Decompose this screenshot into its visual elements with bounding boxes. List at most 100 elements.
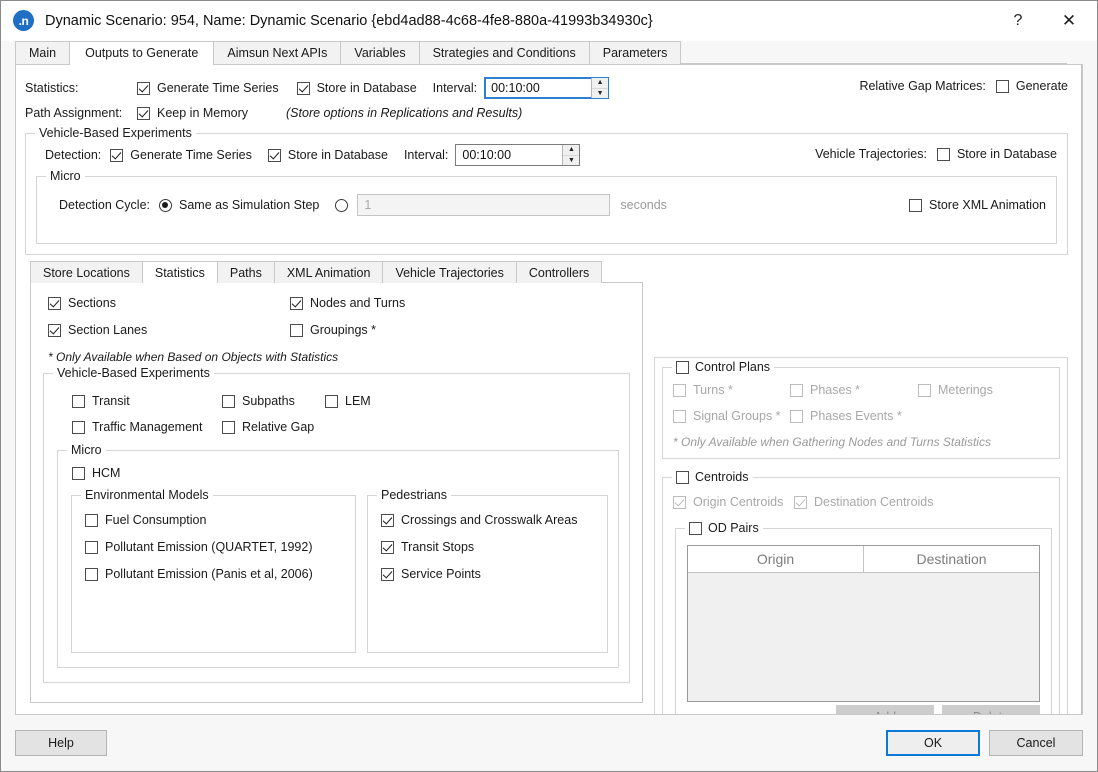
dialog-footer: Help OK Cancel — [1, 715, 1097, 771]
tab-variables[interactable]: Variables — [340, 41, 420, 64]
checkbox-label: Transit Stops — [401, 540, 475, 554]
od-pairs-table[interactable]: Origin Destination — [687, 545, 1040, 702]
detection-generate-time-series-checkbox[interactable]: Generate Time Series — [110, 148, 252, 162]
control-plans-checkbox[interactable] — [676, 360, 689, 374]
checkbox-box — [673, 495, 686, 509]
checkbox-box — [909, 198, 923, 212]
transit-checkbox[interactable]: Transit — [72, 394, 130, 408]
fuel-consumption-checkbox[interactable]: Fuel Consumption — [85, 513, 206, 527]
subtab-vehicle-trajectories[interactable]: Vehicle Trajectories — [382, 261, 517, 283]
destination-centroids-checkbox[interactable]: Destination Centroids — [794, 495, 934, 509]
cancel-button[interactable]: Cancel — [989, 730, 1083, 756]
close-icon[interactable]: ✕ — [1041, 1, 1097, 41]
spinner-up-icon[interactable]: ▲ — [563, 145, 580, 156]
sections-checkbox[interactable]: Sections — [48, 296, 116, 310]
lem-checkbox[interactable]: LEM — [325, 394, 371, 408]
detection-cycle-same-as-sim-step-radio[interactable]: Same as Simulation Step — [159, 198, 319, 212]
delete-button[interactable]: Delete — [942, 705, 1040, 714]
phases-checkbox[interactable]: Phases * — [790, 383, 860, 397]
centroids-checkbox[interactable] — [676, 470, 689, 484]
checkbox-label: Store XML Animation — [929, 198, 1046, 212]
checkbox-label: Keep in Memory — [157, 106, 249, 120]
checkbox-label: Nodes and Turns — [310, 296, 406, 310]
subtab-statistics[interactable]: Statistics — [141, 261, 218, 284]
ok-button[interactable]: OK — [886, 730, 980, 756]
spinner-up-icon[interactable]: ▲ — [592, 78, 609, 89]
vehicle-trajectories-store-in-database-checkbox[interactable]: Store in Database — [936, 147, 1057, 161]
spinner-down-icon[interactable]: ▼ — [563, 156, 579, 166]
section-lanes-checkbox[interactable]: Section Lanes — [48, 323, 147, 337]
detection-interval-input[interactable]: 00:10:00 ▲ ▼ — [455, 144, 581, 166]
relative-gap-matrices-row: Relative Gap Matrices: Generate — [859, 79, 1068, 93]
keep-in-memory-checkbox[interactable]: Keep in Memory — [137, 106, 248, 120]
pedestrians-group: Pedestrians Crossings and Crosswalk Area… — [367, 488, 608, 653]
help-button[interactable]: Help — [15, 730, 107, 756]
checkbox-label: Meterings — [938, 383, 993, 397]
detection-cycle-seconds-input[interactable]: 1 — [357, 194, 611, 216]
group-title: Micro — [67, 443, 106, 457]
relative-gap-checkbox[interactable]: Relative Gap — [222, 420, 314, 434]
tab-aimsun-next-apis[interactable]: Aimsun Next APIs — [213, 41, 342, 64]
meterings-checkbox[interactable]: Meterings — [918, 383, 993, 397]
spinner-down-icon[interactable]: ▼ — [592, 89, 608, 99]
subtab-controllers[interactable]: Controllers — [515, 261, 603, 283]
group-title-label: Vehicle-Based Experiments — [57, 366, 210, 380]
vehicle-trajectories-label: Vehicle Trajectories: — [815, 147, 927, 161]
relative-gap-generate-checkbox[interactable]: Generate — [995, 79, 1068, 93]
signal-groups-checkbox[interactable]: Signal Groups * — [673, 409, 781, 423]
column-header-origin[interactable]: Origin — [688, 546, 863, 572]
checkbox-label: Signal Groups * — [693, 409, 781, 423]
group-title: Vehicle-Based Experiments — [35, 126, 196, 140]
nodes-and-turns-checkbox[interactable]: Nodes and Turns — [290, 296, 405, 310]
panel-right-edge — [1081, 65, 1082, 714]
checkbox-label: Phases Events * — [810, 409, 902, 423]
spinner-arrows[interactable]: ▲ ▼ — [591, 78, 609, 99]
pollutant-emission-quartet-checkbox[interactable]: Pollutant Emission (QUARTET, 1992) — [85, 540, 313, 554]
add-button[interactable]: Add — [836, 705, 934, 714]
transit-stops-checkbox[interactable]: Transit Stops — [381, 540, 474, 554]
micro-detection-group: Micro Detection Cycle: Same as Simulatio… — [36, 169, 1057, 244]
detection-cycle-label: Detection Cycle: — [59, 198, 151, 212]
service-points-checkbox[interactable]: Service Points — [381, 567, 481, 581]
tab-strategies-and-conditions[interactable]: Strategies and Conditions — [418, 41, 590, 64]
phases-events-checkbox[interactable]: Phases Events * — [790, 409, 902, 423]
checkbox-box — [48, 323, 61, 337]
checkbox-label: Store in Database — [287, 148, 388, 162]
groupings-checkbox[interactable]: Groupings * — [290, 323, 376, 337]
statistics-store-in-database-checkbox[interactable]: Store in Database — [296, 81, 417, 95]
group-title: Micro — [46, 169, 85, 183]
tab-main[interactable]: Main — [15, 41, 71, 64]
checkbox-box — [48, 296, 61, 310]
turns-checkbox[interactable]: Turns * — [673, 383, 733, 397]
checkbox-box — [290, 323, 303, 337]
statistics-interval-input[interactable]: 00:10:00 ▲ ▼ — [484, 77, 610, 99]
hcm-checkbox[interactable]: HCM — [72, 466, 120, 480]
tab-parameters[interactable]: Parameters — [588, 41, 682, 64]
subtab-store-locations[interactable]: Store Locations — [30, 261, 143, 283]
statistics-micro-group: Micro HCM Environmental Models Fuel Cons… — [57, 443, 619, 668]
store-xml-animation-checkbox[interactable]: Store XML Animation — [909, 198, 1046, 212]
origin-centroids-checkbox[interactable]: Origin Centroids — [673, 495, 783, 509]
checkbox-box — [137, 106, 150, 120]
help-icon[interactable]: ? — [995, 1, 1041, 41]
checkbox-label: Crossings and Crosswalk Areas — [401, 513, 578, 527]
subpaths-checkbox[interactable]: Subpaths — [222, 394, 295, 408]
radio-label: Same as Simulation Step — [179, 198, 320, 212]
crossings-and-crosswalk-areas-checkbox[interactable]: Crossings and Crosswalk Areas — [381, 513, 577, 527]
statistics-generate-time-series-checkbox[interactable]: Generate Time Series — [137, 81, 279, 95]
pollutant-emission-panis-checkbox[interactable]: Pollutant Emission (Panis et al, 2006) — [85, 567, 313, 581]
od-pairs-checkbox[interactable] — [689, 521, 702, 535]
detection-store-in-database-checkbox[interactable]: Store in Database — [267, 148, 388, 162]
group-title-label: Environmental Models — [85, 488, 209, 502]
group-title-label: Centroids — [695, 470, 749, 484]
tab-outputs-to-generate[interactable]: Outputs to Generate — [69, 41, 215, 65]
column-header-destination[interactable]: Destination — [863, 546, 1039, 572]
subtab-paths[interactable]: Paths — [216, 261, 275, 283]
subtab-xml-animation[interactable]: XML Animation — [273, 261, 384, 283]
spinner-arrows[interactable]: ▲ ▼ — [562, 145, 580, 166]
detection-label: Detection: — [45, 148, 102, 162]
detection-interval-value: 00:10:00 — [462, 148, 512, 162]
traffic-management-checkbox[interactable]: Traffic Management — [72, 420, 202, 434]
checkbox-box — [222, 420, 235, 434]
detection-cycle-custom-radio[interactable] — [335, 198, 349, 212]
